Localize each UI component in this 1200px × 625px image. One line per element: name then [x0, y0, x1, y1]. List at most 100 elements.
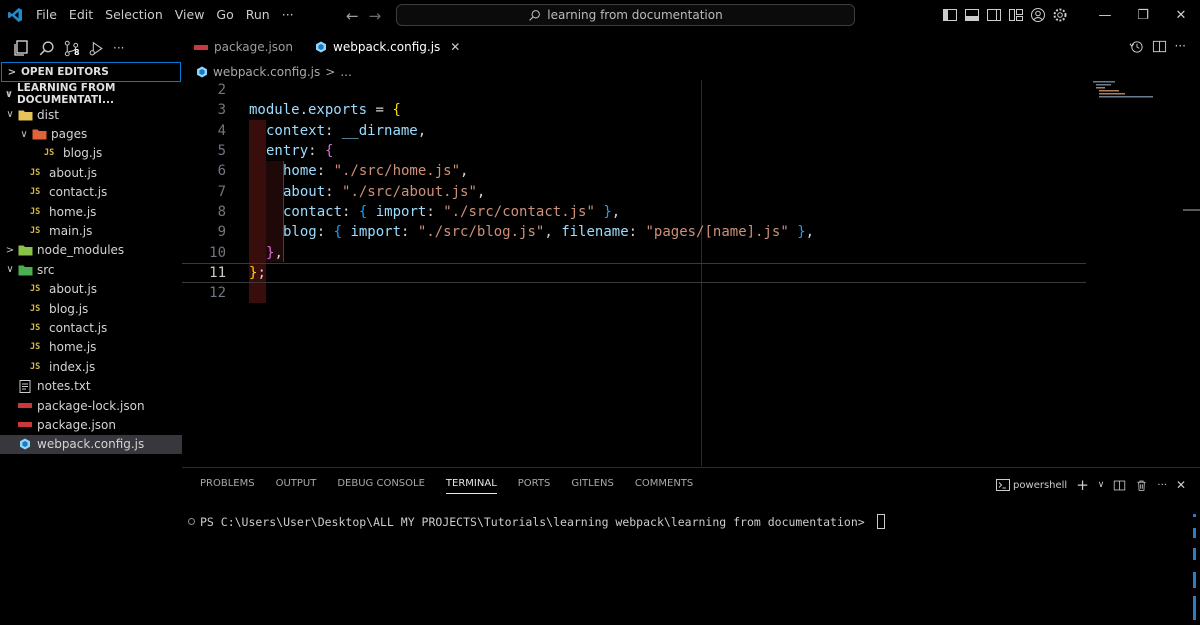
breadcrumb-more[interactable]: ... — [340, 65, 351, 79]
code-text: blog: { import: "./src/blog.js", filenam… — [283, 224, 815, 241]
tab-comments[interactable]: COMMENTS — [635, 478, 693, 494]
more-icon[interactable]: ··· — [113, 41, 124, 55]
menu-more[interactable]: ··· — [276, 0, 300, 30]
tree-item[interactable]: JS home.js — [0, 202, 182, 221]
trash-icon[interactable] — [1135, 479, 1148, 492]
toggle-secondary-sidebar-icon[interactable] — [986, 7, 1002, 23]
close-tab-icon[interactable]: ✕ — [450, 40, 460, 54]
menu-run[interactable]: Run — [240, 0, 276, 30]
tree-item-label: about.js — [49, 165, 98, 180]
customize-layout-icon[interactable] — [1008, 7, 1024, 23]
javascript-file-icon: JS — [44, 148, 55, 159]
run-debug-icon[interactable] — [88, 40, 105, 57]
menu-file[interactable]: File — [30, 0, 63, 30]
navigation-arrows: ← → — [346, 7, 381, 25]
settings-gear-icon[interactable] — [1052, 7, 1068, 23]
code-line: 10 }, — [182, 242, 1086, 262]
chevron-down-icon[interactable]: ∨ — [1098, 480, 1105, 490]
back-arrow-icon[interactable]: ← — [346, 7, 359, 25]
tab-problems[interactable]: PROBLEMS — [200, 478, 255, 494]
workspace-section[interactable]: ∨ LEARNING FROM DOCUMENTATI... — [0, 82, 182, 106]
tree-item[interactable]: ∨ dist — [0, 105, 182, 124]
title-right-area: — ❐ ✕ — [942, 0, 1200, 30]
tree-item-label: src — [37, 262, 55, 277]
split-terminal-icon[interactable] — [1113, 479, 1126, 492]
tree-item[interactable]: JS about.js — [0, 280, 182, 299]
code-text: module.exports = { — [249, 102, 401, 119]
menu-edit[interactable]: Edit — [63, 0, 99, 30]
forward-arrow-icon[interactable]: → — [369, 7, 382, 25]
code-text: context: __dirname, — [266, 122, 427, 139]
tree-item[interactable]: > node_modules — [0, 241, 182, 260]
code-line: 4 context: __dirname, — [182, 121, 1086, 141]
menu-view[interactable]: View — [169, 0, 211, 30]
tree-item[interactable]: ∨ pages — [0, 124, 182, 143]
close-window-button[interactable]: ✕ — [1162, 0, 1200, 30]
account-icon[interactable] — [1030, 7, 1046, 23]
tree-item[interactable]: package-lock.json — [0, 396, 182, 415]
tab-terminal[interactable]: TERMINAL — [445, 478, 497, 494]
more-actions-icon[interactable]: ··· — [1175, 39, 1186, 54]
tree-item[interactable]: webpack.config.js — [0, 434, 182, 455]
tab-gitlens[interactable]: GITLENS — [571, 478, 614, 494]
panel-tabs: PROBLEMS OUTPUT DEBUG CONSOLE TERMINAL P… — [200, 478, 693, 494]
tab-debug-console[interactable]: DEBUG CONSOLE — [337, 478, 425, 494]
tab-output[interactable]: OUTPUT — [276, 478, 317, 494]
tree-item[interactable]: JS contact.js — [0, 318, 182, 337]
tree-item[interactable]: JS main.js — [0, 221, 182, 240]
minimap[interactable] — [1093, 80, 1153, 100]
close-panel-icon[interactable]: ✕ — [1176, 478, 1186, 492]
search-icon — [529, 9, 541, 21]
javascript-file-icon: JS — [30, 284, 41, 295]
toggle-panel-icon[interactable] — [964, 7, 980, 23]
chevron-down-icon: ∨ — [6, 264, 14, 276]
tree-item[interactable]: ∨ src — [0, 260, 182, 279]
breadcrumb-file[interactable]: webpack.config.js — [213, 65, 320, 79]
chevron-right-icon: > — [5, 244, 15, 256]
menu-selection[interactable]: Selection — [99, 0, 169, 30]
tree-item-label: node_modules — [37, 243, 125, 258]
tree-item-label: notes.txt — [37, 379, 91, 394]
terminal-cursor — [876, 514, 885, 529]
javascript-file-icon: JS — [30, 167, 41, 178]
webpack-icon — [16, 438, 34, 450]
tree-item[interactable]: notes.txt — [0, 376, 182, 395]
tree-item[interactable]: JS contact.js — [0, 183, 182, 202]
code-line: 2 — [182, 80, 1086, 100]
terminal-scrollbar-markers — [1193, 514, 1196, 620]
tab-label: package.json — [214, 40, 294, 54]
terminal-prompt-line[interactable]: PS C:\Users\User\Desktop\ALL MY PROJECTS… — [188, 514, 885, 529]
line-number: 8 — [217, 203, 226, 220]
menu-go[interactable]: Go — [210, 0, 239, 30]
tree-item[interactable]: JS blog.js — [0, 144, 182, 163]
timeline-icon[interactable] — [1129, 39, 1144, 54]
tree-item-label: contact.js — [49, 185, 108, 200]
explorer-icon[interactable] — [12, 39, 30, 57]
code-editor[interactable]: 2 3 module.exports = { 4 context: __dirn… — [182, 80, 1200, 466]
tree-item[interactable]: JS about.js — [0, 163, 182, 182]
tree-item[interactable]: JS index.js — [0, 357, 182, 376]
tree-item[interactable]: package.json — [0, 415, 182, 434]
tree-item[interactable]: JS home.js — [0, 338, 182, 357]
code-line: 6 home: "./src/home.js", — [182, 161, 1086, 181]
javascript-file-icon: JS — [30, 226, 41, 237]
tab-webpack-config[interactable]: webpack.config.js ✕ — [303, 35, 470, 59]
command-center[interactable]: learning from documentation — [396, 4, 855, 26]
text-file-icon — [16, 379, 34, 393]
new-terminal-icon[interactable]: + — [1076, 476, 1089, 494]
split-editor-icon[interactable] — [1152, 39, 1167, 54]
open-editors-section[interactable]: > OPEN EDITORS — [1, 62, 181, 82]
terminal-icon — [996, 479, 1011, 491]
search-icon[interactable] — [38, 40, 55, 57]
toggle-primary-sidebar-icon[interactable] — [942, 7, 958, 23]
tab-package-json[interactable]: package.json — [182, 35, 303, 59]
terminal-selector[interactable]: powershell — [996, 479, 1067, 491]
tab-ports[interactable]: PORTS — [518, 478, 551, 494]
breadcrumb: webpack.config.js > ... — [196, 63, 352, 81]
tree-item[interactable]: JS blog.js — [0, 299, 182, 318]
more-icon[interactable]: ··· — [1157, 480, 1167, 491]
minimize-button[interactable]: — — [1086, 0, 1124, 30]
restore-button[interactable]: ❐ — [1124, 0, 1162, 30]
source-control-button[interactable]: 8 — [63, 40, 80, 57]
breadcrumb-separator: > — [325, 65, 336, 79]
